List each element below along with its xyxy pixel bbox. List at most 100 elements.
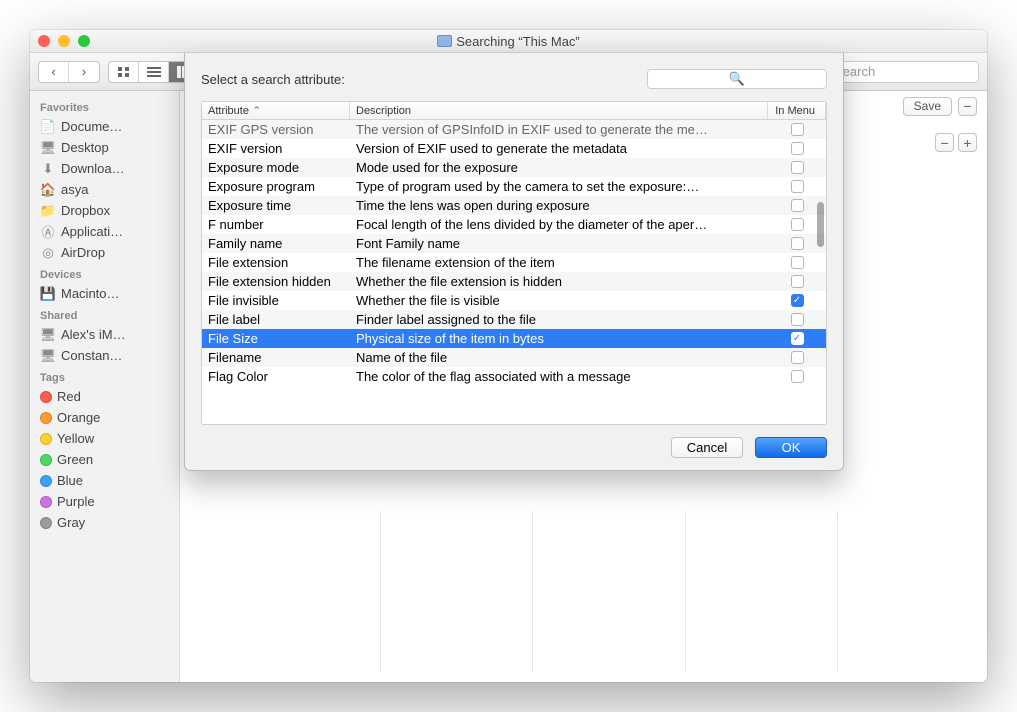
sheet-search-field[interactable]: 🔍 — [647, 69, 827, 89]
sheet-prompt: Select a search attribute: — [201, 72, 345, 87]
ok-button[interactable]: OK — [755, 437, 827, 458]
table-row[interactable]: File invisibleWhether the file is visibl… — [202, 291, 826, 310]
attribute-table: Attribute Description In Menu EXIF GPS v… — [201, 101, 827, 425]
cell-description: The color of the flag associated with a … — [350, 369, 768, 384]
cell-attribute: Exposure mode — [202, 160, 350, 175]
sidebar-item[interactable]: ⬇ Downloa… — [30, 158, 179, 179]
download-icon: ⬇ — [40, 162, 56, 176]
column-browser — [380, 511, 987, 672]
in-menu-checkbox[interactable] — [791, 370, 804, 383]
sidebar-item[interactable]: Orange — [30, 407, 179, 428]
in-menu-checkbox[interactable] — [791, 180, 804, 193]
sidebar-item-label: Yellow — [57, 431, 94, 446]
tag-color-dot — [40, 475, 52, 487]
in-menu-checkbox[interactable] — [791, 351, 804, 364]
remove-criteria-button[interactable]: − — [958, 97, 977, 116]
table-row[interactable]: Exposure modeMode used for the exposure — [202, 158, 826, 177]
monitor-icon: 🖥 — [40, 349, 56, 363]
column-header-attribute[interactable]: Attribute — [202, 102, 350, 119]
tag-color-dot — [40, 412, 52, 424]
in-menu-checkbox[interactable] — [791, 275, 804, 288]
table-row[interactable]: Family nameFont Family name — [202, 234, 826, 253]
sidebar-item[interactable]: Blue — [30, 470, 179, 491]
cell-description: Whether the file is visible — [350, 293, 768, 308]
table-row[interactable]: EXIF versionVersion of EXIF used to gene… — [202, 139, 826, 158]
doc-icon: 📄 — [40, 120, 56, 134]
sidebar-item[interactable]: 💾Macinto… — [30, 283, 179, 304]
in-menu-checkbox[interactable] — [791, 313, 804, 326]
sidebar-item-label: Green — [57, 452, 93, 467]
table-row[interactable]: File extensionThe filename extension of … — [202, 253, 826, 272]
sidebar-item-label: Docume… — [61, 119, 122, 134]
column-header-description[interactable]: Description — [350, 102, 768, 119]
column-header-in-menu[interactable]: In Menu — [768, 102, 826, 119]
sidebar-item[interactable]: 📁Dropbox — [30, 200, 179, 221]
in-menu-checkbox[interactable] — [791, 142, 804, 155]
list-view-button[interactable] — [139, 62, 169, 82]
sidebar-item[interactable]: ◎AirDrop — [30, 242, 179, 263]
table-row[interactable]: File extension hiddenWhether the file ex… — [202, 272, 826, 291]
in-menu-checkbox[interactable] — [791, 256, 804, 269]
table-row[interactable]: EXIF GPS versionThe version of GPSInfoID… — [202, 120, 826, 139]
nav-buttons: ‹ › — [38, 61, 100, 83]
window-title-text: Searching “This Mac” — [456, 34, 580, 49]
cell-in-menu: ✓ — [768, 294, 826, 307]
cell-attribute: Family name — [202, 236, 350, 251]
sidebar-item[interactable]: Yellow — [30, 428, 179, 449]
sidebar-item[interactable]: ⒶApplicati… — [30, 221, 179, 242]
sidebar-group-header: Favorites — [30, 96, 179, 116]
sidebar-item-label: Downloa… — [61, 161, 125, 176]
cell-attribute: File label — [202, 312, 350, 327]
cell-attribute: F number — [202, 217, 350, 232]
in-menu-checkbox[interactable] — [791, 237, 804, 250]
apps-icon: Ⓐ — [40, 225, 56, 239]
table-row[interactable]: FilenameName of the file — [202, 348, 826, 367]
tag-color-dot — [40, 517, 52, 529]
in-menu-checkbox[interactable] — [791, 161, 804, 174]
cell-attribute: EXIF version — [202, 141, 350, 156]
sidebar-item-label: Macinto… — [61, 286, 120, 301]
sidebar-item[interactable]: Gray — [30, 512, 179, 533]
table-row[interactable]: Flag ColorThe color of the flag associat… — [202, 367, 826, 386]
sidebar-item[interactable]: Red — [30, 386, 179, 407]
in-menu-checkbox[interactable]: ✓ — [791, 332, 804, 345]
sidebar-item[interactable]: 📄 Docume… — [30, 116, 179, 137]
search-icon: 🔍 — [729, 71, 745, 87]
cancel-button[interactable]: Cancel — [671, 437, 743, 458]
cell-attribute: File extension hidden — [202, 274, 350, 289]
sidebar-item[interactable]: Purple — [30, 491, 179, 512]
sidebar-item-label: Red — [57, 389, 81, 404]
add-rule-button[interactable]: + — [958, 133, 977, 152]
sidebar-item[interactable]: 🏠asya — [30, 179, 179, 200]
sidebar-item[interactable]: 🖥Alex's iM… — [30, 324, 179, 345]
in-menu-checkbox[interactable] — [791, 218, 804, 231]
cell-in-menu — [768, 370, 826, 383]
tag-color-dot — [40, 433, 52, 445]
finder-window: Searching “This Mac” ‹ › ▾ — [30, 30, 987, 682]
tag-color-dot — [40, 391, 52, 403]
in-menu-checkbox[interactable] — [791, 199, 804, 212]
table-row[interactable]: Exposure timeTime the lens was open duri… — [202, 196, 826, 215]
back-button[interactable]: ‹ — [39, 62, 69, 82]
cell-in-menu — [768, 180, 826, 193]
save-button[interactable]: Save — [903, 97, 952, 116]
table-row[interactable]: F numberFocal length of the lens divided… — [202, 215, 826, 234]
icon-view-button[interactable] — [109, 62, 139, 82]
sidebar-item[interactable]: 🖥Constan… — [30, 345, 179, 366]
sidebar-item-label: AirDrop — [61, 245, 105, 260]
table-row[interactable]: File labelFinder label assigned to the f… — [202, 310, 826, 329]
sidebar-group-header: Shared — [30, 304, 179, 324]
table-row[interactable]: File SizePhysical size of the item in by… — [202, 329, 826, 348]
cell-description: Version of EXIF used to generate the met… — [350, 141, 768, 156]
sidebar-item[interactable]: 🖥Desktop — [30, 137, 179, 158]
sidebar-item[interactable]: Green — [30, 449, 179, 470]
sidebar-item-label: Orange — [57, 410, 100, 425]
remove-rule-button[interactable]: − — [935, 133, 954, 152]
scrollbar-thumb[interactable] — [817, 202, 824, 247]
table-row[interactable]: Exposure programType of program used by … — [202, 177, 826, 196]
forward-button[interactable]: › — [69, 62, 99, 82]
cell-in-menu — [768, 313, 826, 326]
in-menu-checkbox[interactable] — [791, 123, 804, 136]
sidebar: Favorites 📄 Docume… 🖥Desktop ⬇ Downloa… 🏠asya📁… — [30, 91, 180, 682]
in-menu-checkbox[interactable]: ✓ — [791, 294, 804, 307]
